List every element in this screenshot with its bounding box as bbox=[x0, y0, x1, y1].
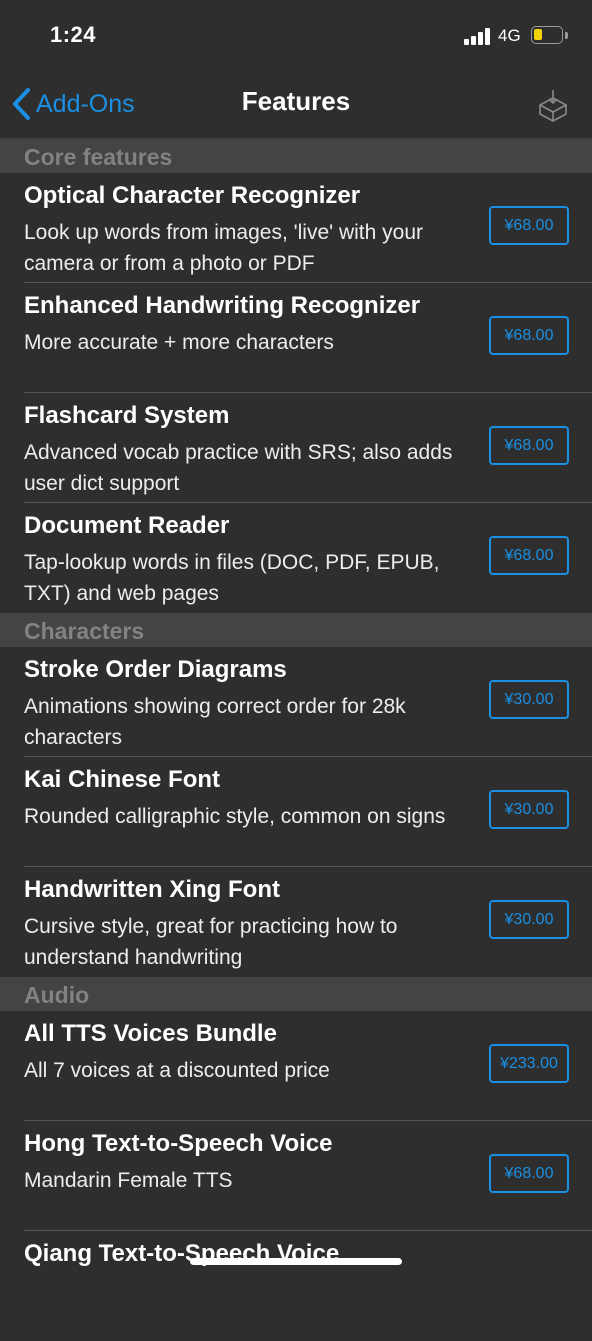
nav-bar: Features Add-Ons bbox=[0, 72, 592, 139]
item-description: Animations showing correct order for 28k… bbox=[24, 695, 406, 749]
price-button[interactable]: ¥30.00 bbox=[489, 680, 569, 719]
price-button[interactable]: ¥30.00 bbox=[489, 900, 569, 939]
price-button[interactable]: ¥233.00 bbox=[489, 1044, 569, 1083]
list-item[interactable]: Stroke Order Diagrams Animations showing… bbox=[0, 647, 592, 757]
item-title: All TTS Voices Bundle bbox=[24, 1020, 277, 1047]
status-time: 1:24 bbox=[50, 22, 97, 47]
item-description: Cursive style, great for practicing how … bbox=[24, 915, 398, 969]
item-description: More accurate + more characters bbox=[24, 331, 334, 354]
price-button[interactable]: ¥30.00 bbox=[489, 790, 569, 829]
price-button[interactable]: ¥68.00 bbox=[489, 206, 569, 245]
list-item[interactable]: Optical Character Recognizer Look up wor… bbox=[0, 173, 592, 283]
item-title: Document Reader bbox=[24, 512, 230, 539]
chevron-left-icon bbox=[13, 88, 30, 120]
item-title: Kai Chinese Font bbox=[24, 766, 221, 793]
list-item[interactable]: Handwritten Xing Font Cursive style, gre… bbox=[0, 867, 592, 977]
cellular-signal-icon bbox=[464, 28, 492, 45]
item-description: Tap-lookup words in files (DOC, PDF, EPU… bbox=[24, 551, 440, 605]
list-item[interactable]: Enhanced Handwriting Recognizer More acc… bbox=[0, 283, 592, 393]
section-header-characters: Characters bbox=[0, 613, 592, 647]
back-button[interactable]: Add-Ons bbox=[12, 86, 135, 122]
item-title: Flashcard System bbox=[24, 402, 230, 429]
list-item[interactable]: Hong Text-to-Speech Voice Mandarin Femal… bbox=[0, 1121, 592, 1231]
list-item[interactable]: Flashcard System Advanced vocab practice… bbox=[0, 393, 592, 503]
item-title: Enhanced Handwriting Recognizer bbox=[24, 292, 421, 319]
back-label: Add-Ons bbox=[36, 89, 135, 118]
section-header-audio: Audio bbox=[0, 977, 592, 1011]
list-item[interactable]: Qiang Text-to-Speech Voice bbox=[0, 1231, 592, 1341]
price-button[interactable]: ¥68.00 bbox=[489, 426, 569, 465]
features-list: Core features Optical Character Recogniz… bbox=[0, 139, 592, 1341]
item-title: Handwritten Xing Font bbox=[24, 876, 280, 903]
list-item[interactable]: Document Reader Tap-lookup words in file… bbox=[0, 503, 592, 613]
battery-icon bbox=[531, 26, 563, 44]
status-bar: 1:24 4G bbox=[0, 0, 592, 72]
item-description: Rounded calligraphic style, common on si… bbox=[24, 805, 446, 828]
item-description: Advanced vocab practice with SRS; also a… bbox=[24, 441, 453, 495]
item-description: Look up words from images, 'live' with y… bbox=[24, 221, 424, 275]
item-description: Mandarin Female TTS bbox=[24, 1169, 233, 1192]
list-item[interactable]: All TTS Voices Bundle All 7 voices at a … bbox=[0, 1011, 592, 1121]
download-box-icon[interactable] bbox=[536, 88, 570, 122]
price-button[interactable]: ¥68.00 bbox=[489, 536, 569, 575]
network-type: 4G bbox=[498, 26, 521, 45]
home-indicator[interactable] bbox=[190, 1258, 402, 1265]
price-button[interactable]: ¥68.00 bbox=[489, 1154, 569, 1193]
battery-cap bbox=[565, 32, 568, 39]
item-title: Stroke Order Diagrams bbox=[24, 656, 287, 683]
item-title: Hong Text-to-Speech Voice bbox=[24, 1130, 333, 1157]
item-title: Optical Character Recognizer bbox=[24, 182, 361, 209]
section-header-core-features: Core features bbox=[0, 139, 592, 173]
list-item[interactable]: Kai Chinese Font Rounded calligraphic st… bbox=[0, 757, 592, 867]
price-button[interactable]: ¥68.00 bbox=[489, 316, 569, 355]
item-description: All 7 voices at a discounted price bbox=[24, 1059, 330, 1082]
